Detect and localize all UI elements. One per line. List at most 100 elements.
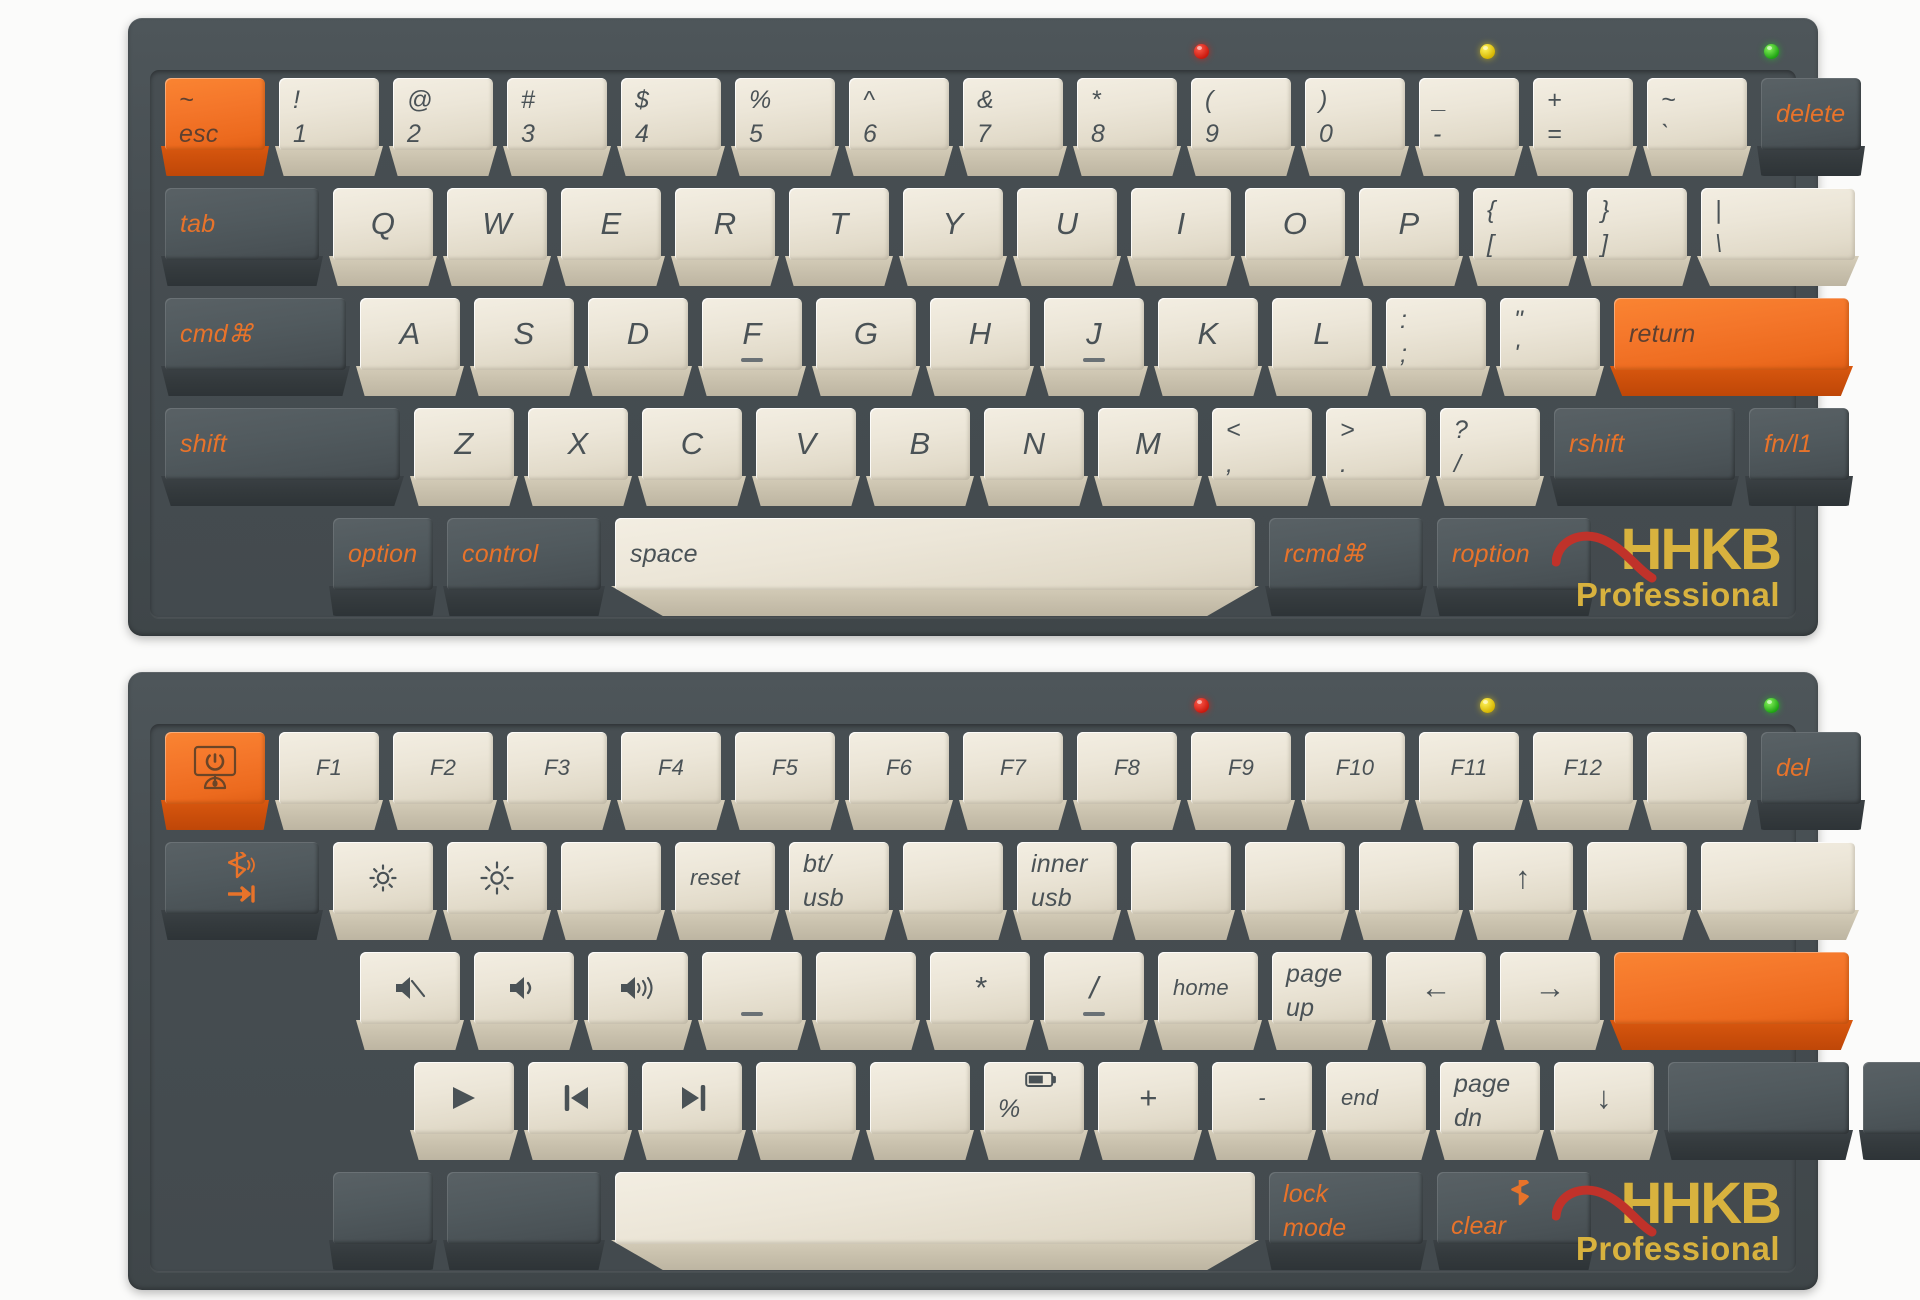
key-fn-blank-16[interactable] — [1859, 1060, 1920, 1160]
key-bt-clear[interactable]: clear — [1433, 1170, 1595, 1270]
key-4[interactable]: $4 — [617, 76, 725, 176]
key-lock-mode[interactable]: lock mode — [1265, 1170, 1427, 1270]
key-bt-tab[interactable] — [161, 840, 323, 940]
key-f12[interactable]: F12 — [1529, 730, 1637, 830]
key-asterisk[interactable]: * — [926, 950, 1034, 1050]
key-fn-blank-11[interactable] — [812, 950, 920, 1050]
key-w[interactable]: W — [443, 186, 551, 286]
key-option[interactable]: option — [329, 516, 437, 616]
key-bracket-left[interactable]: {[ — [1469, 186, 1577, 286]
key-hyphen[interactable]: - — [1208, 1060, 1316, 1160]
key-arrow-left[interactable]: ← — [1382, 950, 1490, 1050]
key-n[interactable]: N — [980, 406, 1088, 506]
key-fn-blank-2[interactable] — [557, 840, 665, 940]
key-f[interactable]: F — [698, 296, 806, 396]
key-equal[interactable]: + = — [1529, 76, 1637, 176]
key-fn-space[interactable] — [611, 1170, 1259, 1270]
key-inner-usb[interactable]: inner usb — [1013, 840, 1121, 940]
key-delete[interactable]: delete — [1757, 76, 1865, 176]
key-f2[interactable]: F2 — [389, 730, 497, 830]
key-brightness-up[interactable] — [443, 840, 551, 940]
key-period[interactable]: >. — [1322, 406, 1430, 506]
key-f5[interactable]: F5 — [731, 730, 839, 830]
key-fn-blank-10[interactable] — [698, 950, 806, 1050]
key-bt-usb[interactable]: bt/usb — [785, 840, 893, 940]
key-fn-blank-3[interactable] — [899, 840, 1007, 940]
key-fn-blank-1[interactable] — [1643, 730, 1751, 830]
key-f7[interactable]: F7 — [959, 730, 1067, 830]
key-page-dn[interactable]: page dn — [1436, 1060, 1544, 1160]
key-tab[interactable]: tab — [161, 186, 323, 286]
key-9[interactable]: (9 — [1187, 76, 1295, 176]
key-fn-blank-6[interactable] — [1355, 840, 1463, 940]
key-fn-l1[interactable]: fn/l1 — [1745, 406, 1853, 506]
key-semicolon[interactable]: :; — [1382, 296, 1490, 396]
key-previous[interactable] — [524, 1060, 632, 1160]
key-space[interactable]: space — [611, 516, 1259, 616]
key-battery[interactable]: % — [980, 1060, 1088, 1160]
key-arrow-up[interactable]: ↑ — [1469, 840, 1577, 940]
key-brightness-down[interactable] — [329, 840, 437, 940]
key-power-display[interactable] — [161, 730, 269, 830]
key-f9[interactable]: F9 — [1187, 730, 1295, 830]
key-3[interactable]: #3 — [503, 76, 611, 176]
key-fn-blank-4[interactable] — [1127, 840, 1235, 940]
key-return[interactable]: return — [1610, 296, 1853, 396]
key-f4[interactable]: F4 — [617, 730, 725, 830]
key-fn-blank-19[interactable] — [443, 1170, 605, 1270]
key-r[interactable]: R — [671, 186, 779, 286]
key-comma[interactable]: <, — [1208, 406, 1316, 506]
key-f1[interactable]: F1 — [275, 730, 383, 830]
key-z[interactable]: Z — [410, 406, 518, 506]
key-f6[interactable]: F6 — [845, 730, 953, 830]
key-v[interactable]: V — [752, 406, 860, 506]
key-arrow-down[interactable]: ↓ — [1550, 1060, 1658, 1160]
key-page-up[interactable]: page up — [1268, 950, 1376, 1050]
key-5[interactable]: % 5 — [731, 76, 839, 176]
key-backtick[interactable]: ~ ` — [1643, 76, 1751, 176]
key-c[interactable]: C — [638, 406, 746, 506]
key-volume-down[interactable] — [470, 950, 578, 1050]
key-plus[interactable]: + — [1094, 1060, 1202, 1160]
key-8[interactable]: * 8 — [1073, 76, 1181, 176]
key-f11[interactable]: F11 — [1415, 730, 1523, 830]
key-d[interactable]: D — [584, 296, 692, 396]
key-end[interactable]: end — [1322, 1060, 1430, 1160]
key-q[interactable]: Q — [329, 186, 437, 286]
key-l[interactable]: L — [1268, 296, 1376, 396]
key-rshift[interactable]: rshift — [1550, 406, 1739, 506]
key-2[interactable]: @2 — [389, 76, 497, 176]
key-1[interactable]: ! 1 — [275, 76, 383, 176]
key-0[interactable]: ) 0 — [1301, 76, 1409, 176]
key-play[interactable] — [410, 1060, 518, 1160]
key-esc[interactable]: ~ esc — [161, 76, 269, 176]
key-backslash[interactable]: | \ — [1697, 186, 1859, 286]
key-home[interactable]: home — [1154, 950, 1262, 1050]
key-slash[interactable]: ? / — [1436, 406, 1544, 506]
key-g[interactable]: G — [812, 296, 920, 396]
key-bracket-right[interactable]: }] — [1583, 186, 1691, 286]
key-m[interactable]: M — [1094, 406, 1202, 506]
key-fn-blank-7[interactable] — [1583, 840, 1691, 940]
key-j[interactable]: J — [1040, 296, 1148, 396]
key-control[interactable]: control — [443, 516, 605, 616]
key-mute[interactable] — [356, 950, 464, 1050]
key-cmd[interactable]: cmd⌘ — [161, 296, 350, 396]
key-t[interactable]: T — [785, 186, 893, 286]
key-h[interactable]: H — [926, 296, 1034, 396]
key-fn-return[interactable] — [1610, 950, 1853, 1050]
key-fn-blank-13[interactable] — [752, 1060, 860, 1160]
key-reset[interactable]: reset — [671, 840, 779, 940]
key-fn-blank-18[interactable] — [329, 1170, 437, 1270]
key-s[interactable]: S — [470, 296, 578, 396]
key-fn-blank-15[interactable] — [1664, 1060, 1853, 1160]
key-shift[interactable]: shift — [161, 406, 404, 506]
key-next[interactable] — [638, 1060, 746, 1160]
key-fn-blank-5[interactable] — [1241, 840, 1349, 940]
key-e[interactable]: E — [557, 186, 665, 286]
key-quote[interactable]: " ' — [1496, 296, 1604, 396]
key-minus[interactable]: _ - — [1415, 76, 1523, 176]
key-y[interactable]: Y — [899, 186, 1007, 286]
key-o[interactable]: O — [1241, 186, 1349, 286]
key-f3[interactable]: F3 — [503, 730, 611, 830]
